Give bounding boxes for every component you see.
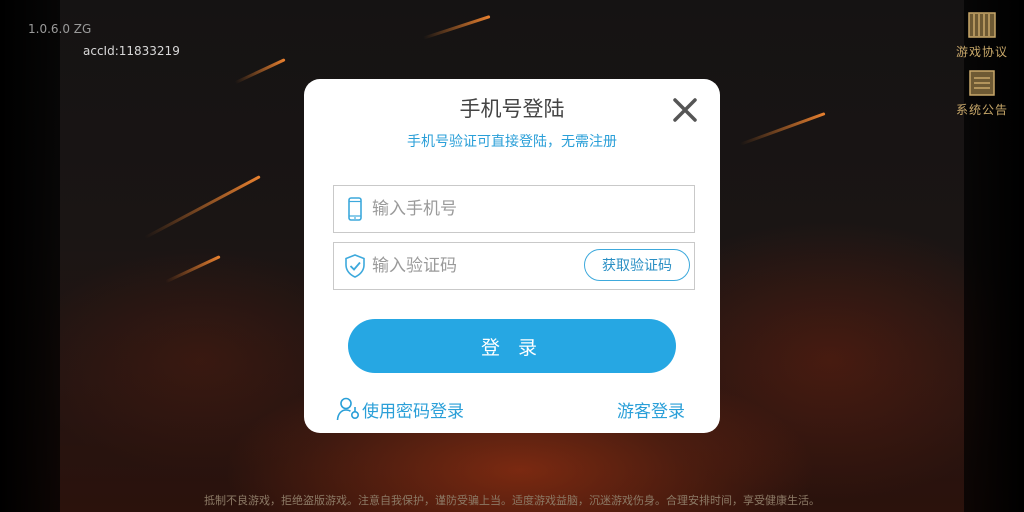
game-agreement-button[interactable]: 游戏协议 <box>950 10 1014 60</box>
password-login-label: 使用密码登录 <box>362 402 464 422</box>
system-notice-label: 系统公告 <box>955 103 1008 117</box>
meteor-streak <box>164 255 221 284</box>
game-agreement-label: 游戏协议 <box>955 45 1008 59</box>
phone-field <box>333 185 695 233</box>
login-button[interactable]: 登 录 <box>348 319 676 373</box>
scroll-icon <box>968 12 996 38</box>
user-key-icon <box>336 397 360 421</box>
guest-login-link[interactable]: 游客登录 <box>617 397 685 422</box>
health-notice: 抵制不良游戏，拒绝盗版游戏。注意自我保护，谨防受骗上当。适度游戏益脑，沉迷游戏伤… <box>204 494 820 507</box>
get-code-button[interactable]: 获取验证码 <box>584 249 690 281</box>
version-label: 1.0.6.0 ZG <box>28 22 92 36</box>
phone-login-dialog: 手机号登陆 手机号验证可直接登陆，无需注册 获取验证码 登 录 使用密码登录 <box>304 79 720 433</box>
verification-code-field: 获取验证码 <box>333 242 695 290</box>
verification-code-input[interactable] <box>370 249 574 283</box>
close-icon[interactable] <box>668 93 702 127</box>
meteor-streak <box>422 15 491 40</box>
phone-icon <box>348 197 362 221</box>
account-id-label: accId:11833219 <box>83 44 180 58</box>
meteor-streak <box>144 175 261 239</box>
shield-check-icon <box>345 254 365 278</box>
notice-board-icon <box>969 70 995 96</box>
meteor-streak <box>739 112 826 146</box>
system-notice-button[interactable]: 系统公告 <box>950 68 1014 118</box>
dialog-subtitle: 手机号验证可直接登陆，无需注册 <box>407 134 617 150</box>
meteor-streak <box>234 58 286 85</box>
phone-input[interactable] <box>370 192 684 226</box>
dialog-title: 手机号登陆 <box>459 97 565 121</box>
